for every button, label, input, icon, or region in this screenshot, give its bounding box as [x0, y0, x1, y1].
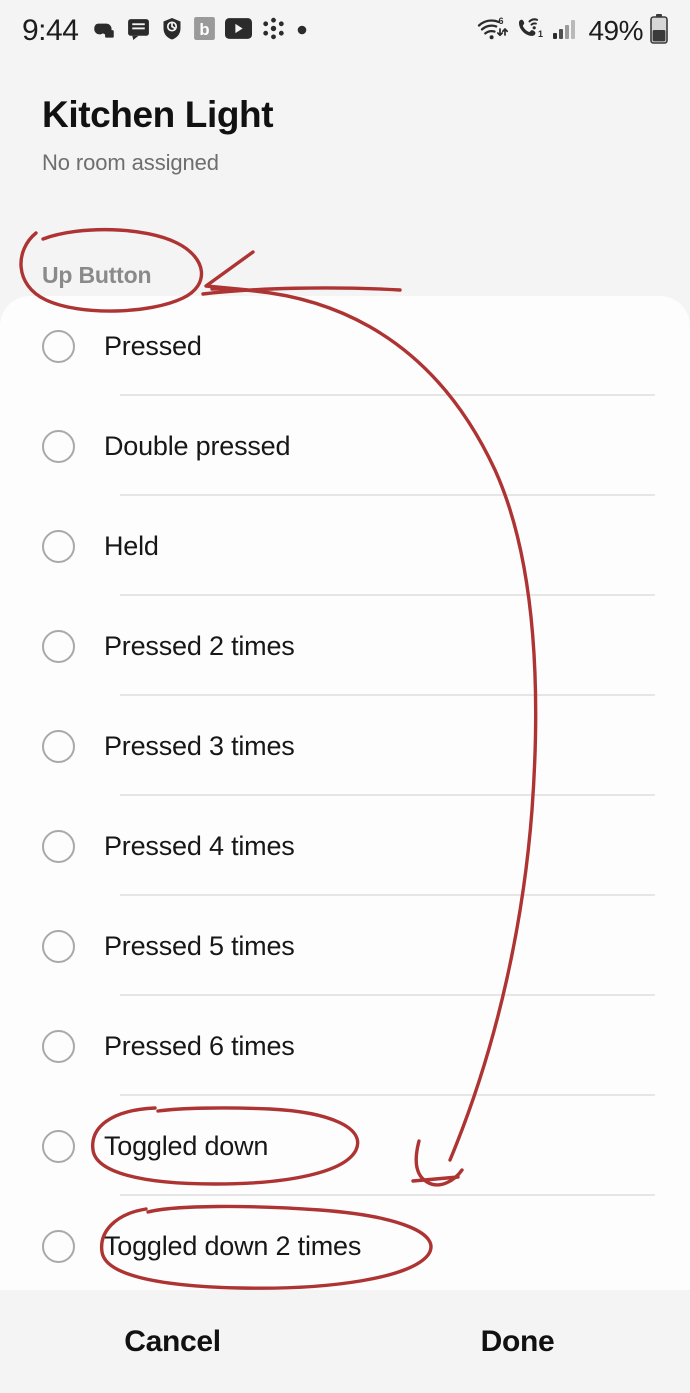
dot-icon — [295, 22, 309, 41]
header: Kitchen Light No room assigned — [0, 62, 690, 176]
option-row-toggled-down-2-times[interactable]: Toggled down 2 times — [0, 1196, 690, 1290]
option-row-pressed-4-times[interactable]: Pressed 4 times — [0, 796, 690, 896]
option-row-pressed-5-times[interactable]: Pressed 5 times — [0, 896, 690, 996]
radio-icon[interactable] — [42, 629, 75, 663]
status-clock: 9:44 — [22, 14, 79, 47]
annotation-arrow-tail-up-button — [201, 286, 402, 296]
option-row-pressed[interactable]: Pressed — [0, 296, 690, 396]
option-row-held[interactable]: Held — [0, 496, 690, 596]
page-subtitle: No room assigned — [42, 149, 219, 175]
option-label: Pressed — [104, 330, 202, 361]
shield-check-icon — [160, 16, 184, 46]
svg-text:1: 1 — [538, 29, 543, 39]
share-nodes-icon — [261, 16, 286, 46]
radio-icon[interactable] — [42, 1029, 75, 1063]
option-label: Pressed 4 times — [104, 830, 295, 861]
radio-icon[interactable] — [42, 1129, 75, 1163]
option-row-toggled-down[interactable]: Toggled down — [0, 1096, 690, 1196]
battery-percent-label: 49% — [588, 15, 643, 46]
cellular-signal-icon — [552, 17, 578, 46]
svg-text:b: b — [200, 20, 210, 39]
svg-text:6: 6 — [499, 16, 504, 26]
wifi-icon: 6 — [476, 15, 509, 48]
radio-icon[interactable] — [42, 329, 75, 363]
page-title: Kitchen Light — [42, 94, 274, 135]
option-row-double-pressed[interactable]: Double pressed — [0, 396, 690, 496]
radio-icon[interactable] — [42, 1229, 75, 1263]
game-controller-icon — [91, 16, 117, 47]
option-label: Double pressed — [104, 430, 291, 461]
status-bar-left-group: 9:44 b — [22, 14, 309, 48]
radio-icon[interactable] — [42, 729, 75, 763]
battery-icon — [650, 13, 668, 49]
option-label: Pressed 6 times — [104, 1030, 295, 1061]
status-bar: 9:44 b 6 1 49% — [0, 0, 690, 62]
radio-icon[interactable] — [42, 929, 75, 963]
youtube-play-icon — [225, 18, 253, 44]
phone-screen: 9:44 b 6 1 49% Kitchen Light No room ass… — [0, 0, 690, 1393]
option-label: Pressed 3 times — [104, 730, 295, 761]
radio-icon[interactable] — [42, 529, 75, 563]
done-button[interactable]: Done — [345, 1325, 690, 1359]
wifi-calling-icon: 1 — [515, 15, 545, 48]
option-row-pressed-3-times[interactable]: Pressed 3 times — [0, 696, 690, 796]
radio-icon[interactable] — [42, 829, 75, 863]
option-label: Toggled down — [104, 1130, 269, 1161]
option-label: Pressed 5 times — [104, 930, 295, 961]
radio-icon[interactable] — [42, 429, 75, 463]
bottom-action-bar: Cancel Done — [0, 1290, 690, 1393]
option-label: Held — [104, 530, 159, 561]
option-label: Toggled down 2 times — [104, 1230, 362, 1261]
option-row-pressed-6-times[interactable]: Pressed 6 times — [0, 996, 690, 1096]
cancel-button[interactable]: Cancel — [0, 1325, 345, 1359]
section-label-up-button: Up Button — [42, 262, 152, 288]
option-label: Pressed 2 times — [104, 630, 295, 661]
option-row-pressed-2-times[interactable]: Pressed 2 times — [0, 596, 690, 696]
message-icon — [126, 16, 151, 46]
options-sheet: Pressed Double pressed Held Pressed 2 ti… — [0, 296, 690, 1290]
annotation-arrow-to-up-button — [204, 250, 255, 292]
bitwarden-b-icon: b — [193, 16, 216, 46]
status-bar-right-group: 6 1 49% — [476, 13, 668, 49]
